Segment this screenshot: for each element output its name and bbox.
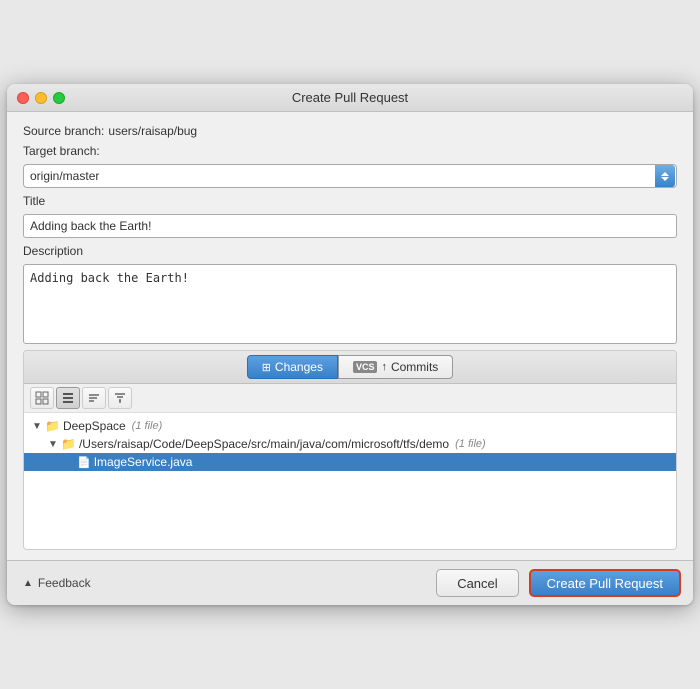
tree-path-meta: (1 file) (455, 438, 486, 450)
source-branch-row: Source branch: users/raisap/bug (23, 124, 677, 138)
source-branch-label: Source branch: (23, 124, 104, 138)
expand-icon (35, 391, 49, 405)
description-label: Description (23, 244, 677, 258)
path-folder-icon: 📁 (61, 437, 76, 451)
changes-icon: ⊞ (262, 361, 271, 374)
tab-commits-label: Commits (391, 360, 438, 374)
tab-changes-label: Changes (275, 360, 323, 374)
feedback-label: Feedback (38, 576, 91, 590)
cancel-button[interactable]: Cancel (436, 569, 518, 597)
target-branch-select[interactable]: origin/master (23, 164, 677, 188)
vcs-badge: VCS (353, 361, 378, 373)
list-icon (61, 391, 75, 405)
java-file-icon: 📄 (77, 456, 91, 469)
filter-button[interactable] (108, 387, 132, 409)
tree-file-name: ImageService.java (94, 455, 193, 469)
sort-button[interactable] (82, 387, 106, 409)
file-tree: ▼ 📁 DeepSpace (1 file) ▼ 📁 /Users/raisap… (24, 413, 676, 549)
create-pull-request-button[interactable]: Create Pull Request (529, 569, 681, 597)
window-controls (17, 92, 65, 104)
tree-toggle-icon: ▼ (32, 421, 42, 432)
tree-path-name: /Users/raisap/Code/DeepSpace/src/main/ja… (79, 437, 449, 451)
close-button[interactable] (17, 92, 29, 104)
create-pull-request-dialog: Create Pull Request Source branch: users… (7, 84, 693, 605)
file-toolbar (24, 384, 676, 413)
titlebar: Create Pull Request (7, 84, 693, 112)
sort-icon (87, 391, 101, 405)
commits-icon: ↑ (381, 361, 387, 373)
branch-select-wrapper: origin/master (23, 164, 677, 188)
title-label: Title (23, 194, 677, 208)
expand-all-button[interactable] (30, 387, 54, 409)
minimize-button[interactable] (35, 92, 47, 104)
feedback-arrow-icon: ▲ (23, 578, 33, 589)
tabs-panel: ⊞ Changes VCS ↑ Commits (23, 350, 677, 550)
footer: ▲ Feedback Cancel Create Pull Request (7, 560, 693, 605)
tree-item-file[interactable]: 📄 ImageService.java (24, 453, 676, 471)
source-branch-value: users/raisap/bug (108, 124, 197, 138)
feedback-button[interactable]: ▲ Feedback (19, 574, 95, 592)
view-toggle-button[interactable] (56, 387, 80, 409)
target-branch-label: Target branch: (23, 144, 677, 158)
tab-commits[interactable]: VCS ↑ Commits (338, 355, 453, 379)
title-input[interactable] (23, 214, 677, 238)
tree-item-path[interactable]: ▼ 📁 /Users/raisap/Code/DeepSpace/src/mai… (24, 435, 676, 453)
maximize-button[interactable] (53, 92, 65, 104)
tabs-bar: ⊞ Changes VCS ↑ Commits (24, 351, 676, 384)
filter-icon (113, 391, 127, 405)
target-branch-row: origin/master (23, 164, 677, 188)
tree-root-name: DeepSpace (63, 419, 126, 433)
tab-changes[interactable]: ⊞ Changes (247, 355, 338, 379)
tree-path-toggle-icon: ▼ (48, 439, 58, 450)
tree-item-root[interactable]: ▼ 📁 DeepSpace (1 file) (24, 417, 676, 435)
tree-root-meta: (1 file) (132, 420, 163, 432)
dialog-content: Source branch: users/raisap/bug Target b… (7, 112, 693, 560)
window-title: Create Pull Request (292, 90, 408, 105)
description-textarea[interactable]: Adding back the Earth! (23, 264, 677, 344)
footer-right: Cancel Create Pull Request (436, 569, 681, 597)
folder-icon: 📁 (45, 419, 60, 433)
